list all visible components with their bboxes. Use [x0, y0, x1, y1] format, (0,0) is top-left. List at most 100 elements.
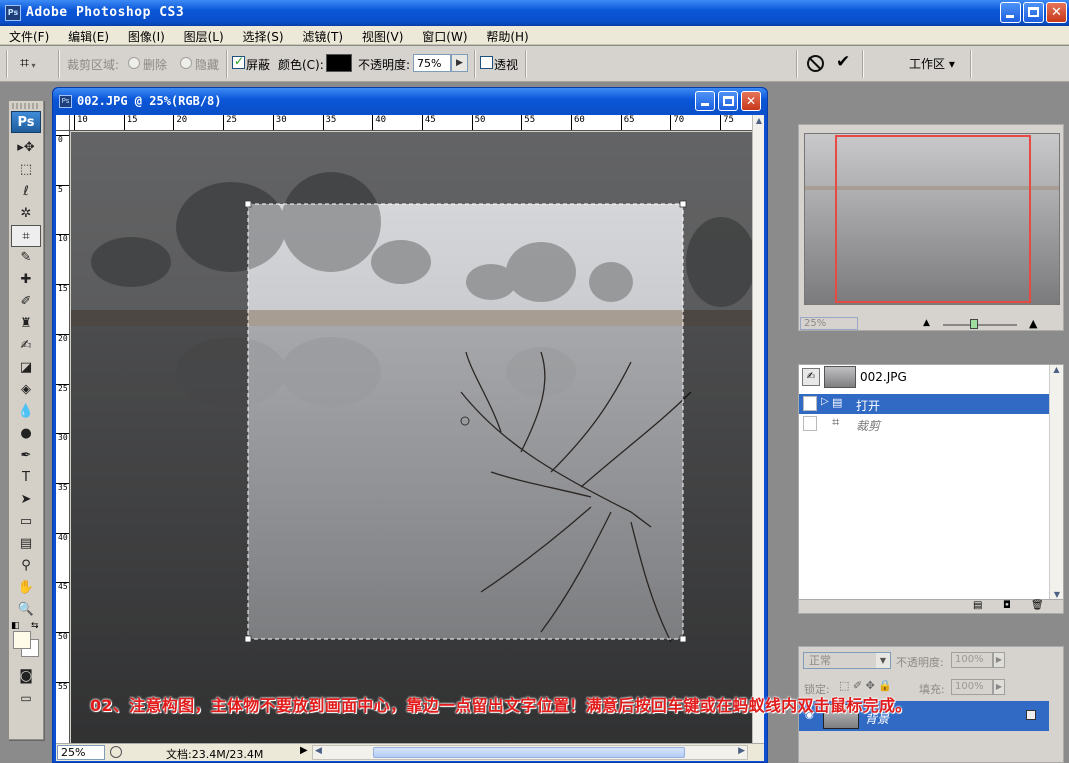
lasso-tool-icon[interactable]: ℓ — [11, 181, 41, 203]
foreground-color-swatch[interactable] — [13, 631, 31, 649]
history-item-crop[interactable]: ⌗ 裁剪 — [799, 414, 1049, 434]
vertical-ruler[interactable]: 0 5 10 15 20 25 30 35 40 45 50 55 — [56, 131, 70, 743]
document-title-bar[interactable]: Ps 002.JPG @ 25%(RGB/8) ✕ — [53, 88, 767, 114]
healing-tool-icon[interactable]: ✚ — [11, 269, 41, 291]
menu-filter[interactable]: 滤镜(T) — [293, 26, 349, 45]
menu-layer[interactable]: 图层(L) — [175, 26, 230, 45]
shape-tool-icon[interactable]: ▭ — [11, 511, 41, 533]
scrollbar-thumb[interactable] — [373, 747, 685, 758]
menu-window[interactable]: 窗口(W) — [413, 26, 473, 45]
vertical-scrollbar[interactable]: ▲ — [752, 115, 764, 743]
zoom-tool-icon[interactable]: 🔍 — [11, 599, 41, 621]
layer-opacity-input[interactable]: 100% — [951, 652, 993, 668]
history-item-open[interactable]: ▷ ▤ 打开 — [799, 394, 1049, 414]
zoom-slider-handle[interactable] — [970, 319, 978, 329]
menu-image[interactable]: 图像(I) — [119, 26, 171, 45]
menu-file[interactable]: 文件(F) — [0, 26, 55, 45]
minimize-button[interactable] — [1000, 2, 1021, 23]
type-tool-icon[interactable]: T — [11, 467, 41, 489]
history-source-box[interactable] — [803, 396, 817, 411]
zoom-out-icon[interactable]: ▲ — [923, 318, 930, 328]
opacity-slider-arrow[interactable]: ▶ — [451, 54, 468, 72]
crop-preset-icon[interactable]: ⌗ ▾ — [20, 53, 36, 73]
paint-bucket-tool-icon[interactable]: ◈ — [11, 379, 41, 401]
scroll-left-icon[interactable]: ◀ — [315, 746, 322, 756]
zoom-input[interactable]: 25% — [57, 745, 105, 760]
perspective-checkbox[interactable] — [480, 56, 493, 69]
swap-colors-icon[interactable]: ⇆ — [31, 621, 39, 631]
dodge-tool-icon[interactable]: ● — [11, 423, 41, 445]
navigator-zoom-input[interactable]: 25% — [800, 317, 858, 330]
menu-edit[interactable]: 编辑(E) — [59, 26, 115, 45]
trash-icon[interactable]: 🗑 — [1031, 600, 1044, 611]
hide-radio[interactable] — [180, 57, 192, 69]
doc-maximize-button[interactable] — [718, 91, 738, 111]
shield-color-swatch[interactable] — [326, 54, 352, 72]
magic-wand-tool-icon[interactable]: ✲ — [11, 203, 41, 225]
slice-tool-icon[interactable]: ✎ — [11, 247, 41, 269]
snapshot-thumbnail — [824, 366, 856, 388]
notes-tool-icon[interactable]: ▤ — [11, 533, 41, 555]
stamp-tool-icon[interactable]: ♜ — [11, 313, 41, 335]
history-brush-tool-icon[interactable]: ✍ — [11, 335, 41, 357]
layer-opacity-arrow-icon[interactable]: ▶ — [993, 652, 1005, 668]
ruler-tick-label: 60 — [571, 115, 585, 130]
marquee-tool-icon[interactable]: ⬚ — [11, 159, 41, 181]
commit-crop-icon[interactable]: ✔ — [836, 52, 850, 72]
blur-tool-icon[interactable]: 💧 — [11, 401, 41, 423]
fill-input[interactable]: 100% — [951, 679, 993, 695]
navigator-thumbnail[interactable] — [804, 133, 1060, 305]
history-snapshot[interactable]: ✍ 002.JPG — [799, 365, 1049, 391]
color-swatches: ◧ ⇆ — [9, 621, 43, 665]
default-colors-icon[interactable]: ◧ — [11, 621, 20, 631]
workspace-menu[interactable]: 工作区 ▾ — [909, 55, 955, 72]
screen-mode-icon[interactable]: ▭ — [11, 687, 41, 709]
doc-close-button[interactable]: ✕ — [741, 91, 761, 111]
delete-radio[interactable] — [128, 57, 140, 69]
path-select-tool-icon[interactable]: ➤ — [11, 489, 41, 511]
menu-view[interactable]: 视图(V) — [353, 26, 410, 45]
brush-tool-icon[interactable]: ✐ — [11, 291, 41, 313]
scroll-right-icon[interactable]: ▶ — [738, 746, 745, 756]
cancel-crop-icon[interactable] — [807, 55, 824, 72]
ps-logo[interactable]: Ps — [11, 111, 41, 133]
eraser-tool-icon[interactable]: ◪ — [11, 357, 41, 379]
history-scrollbar[interactable]: ▲ ▼ — [1049, 365, 1063, 599]
image-canvas[interactable] — [71, 132, 752, 744]
blend-mode-select[interactable]: 正常 ▼ — [803, 652, 891, 669]
ruler-origin[interactable] — [56, 115, 70, 131]
toolbox-grip[interactable] — [12, 103, 40, 109]
horizontal-scrollbar[interactable]: ◀ ▶ — [312, 745, 748, 760]
ruler-tick-label: 25 — [56, 383, 69, 393]
fill-arrow-icon[interactable]: ▶ — [993, 679, 1005, 695]
menu-select[interactable]: 选择(S) — [234, 26, 290, 45]
new-document-from-state-icon[interactable]: ▤ — [973, 600, 982, 611]
horizontal-ruler[interactable]: 10 15 20 25 30 35 40 45 50 55 60 65 70 75 — [70, 115, 752, 131]
history-source-box[interactable] — [803, 416, 817, 431]
maximize-button[interactable] — [1023, 2, 1044, 23]
lock-icons[interactable]: ⬚ ✐ ✥ 🔒 — [839, 679, 892, 692]
quick-mask-icon[interactable]: ◙ — [11, 665, 41, 687]
close-icon: ✕ — [745, 94, 757, 108]
pen-tool-icon[interactable]: ✒ — [11, 445, 41, 467]
zoom-in-icon[interactable]: ▲ — [1029, 317, 1037, 330]
scroll-up-icon[interactable]: ▲ — [753, 115, 765, 127]
crop-tool-icon[interactable]: ⌗ — [11, 225, 41, 247]
scroll-down-icon[interactable]: ▼ — [1050, 590, 1064, 599]
doc-minimize-button[interactable] — [695, 91, 715, 111]
opacity-input[interactable]: 75% — [413, 54, 451, 72]
status-menu-arrow-icon[interactable]: ▶ — [300, 745, 308, 756]
history-brush-source-icon[interactable]: ✍ — [802, 368, 820, 386]
new-snapshot-icon[interactable]: ◘ — [1003, 600, 1011, 611]
navigator-view-box[interactable] — [835, 135, 1031, 303]
move-tool-icon[interactable]: ▸✥ — [11, 137, 41, 159]
menu-help[interactable]: 帮助(H) — [477, 26, 534, 45]
shield-checkbox[interactable]: ✓ — [232, 54, 245, 69]
hand-tool-icon[interactable]: ✋ — [11, 577, 41, 599]
scroll-up-icon[interactable]: ▲ — [1050, 365, 1063, 374]
eyedropper-tool-icon[interactable]: ⚲ — [11, 555, 41, 577]
options-divider — [58, 50, 60, 78]
navigator-zoom-slider[interactable] — [943, 324, 1017, 326]
status-info-icon[interactable] — [110, 746, 122, 758]
close-button[interactable]: ✕ — [1046, 2, 1067, 23]
